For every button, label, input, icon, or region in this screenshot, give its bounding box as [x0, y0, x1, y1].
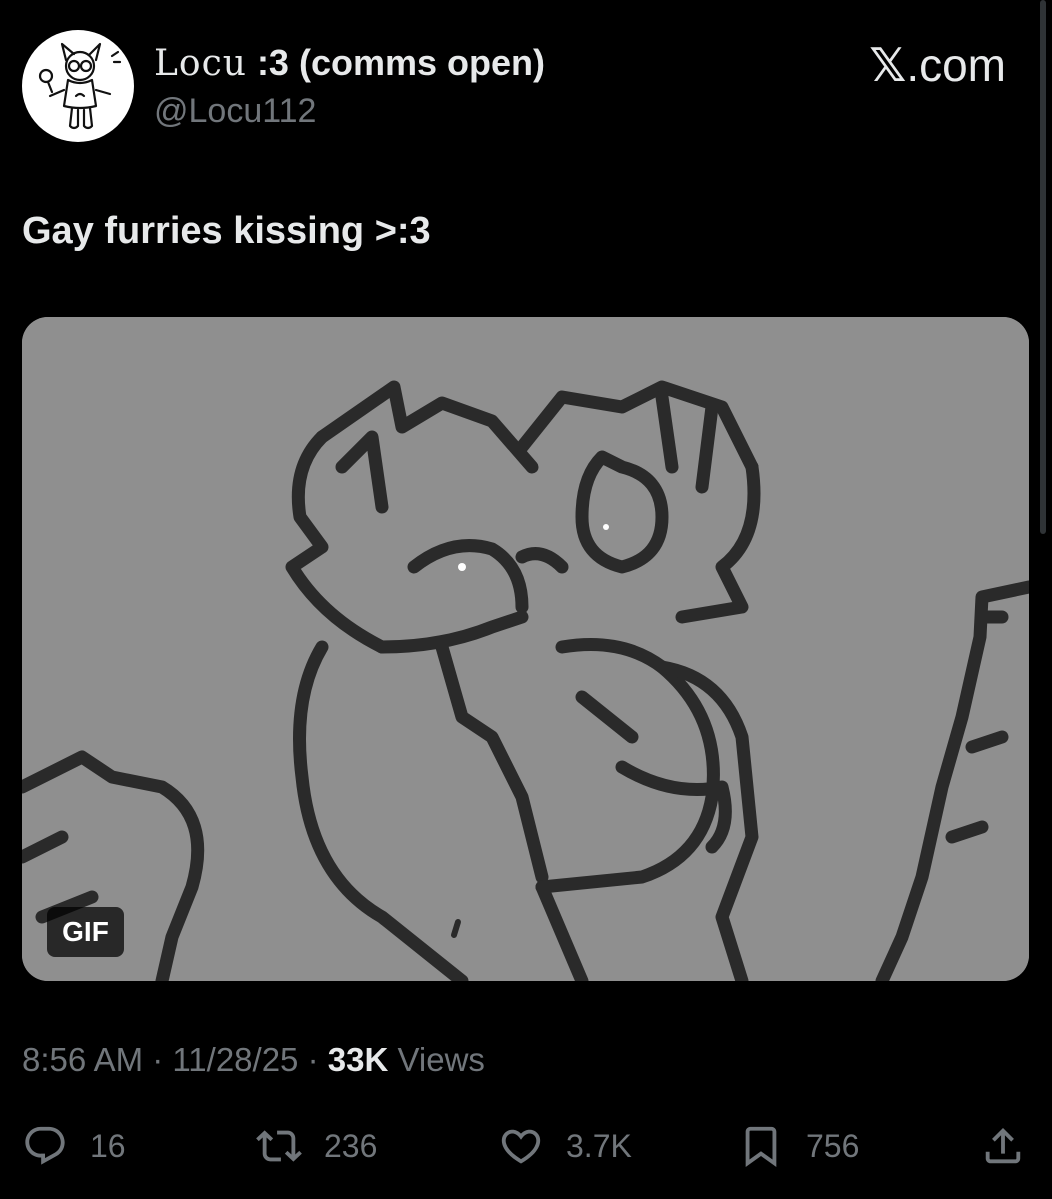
repost-count: 236 — [324, 1127, 378, 1164]
reply-count: 16 — [90, 1127, 126, 1164]
views-count: 33K — [327, 1041, 389, 1078]
meta-separator: · — [143, 1041, 173, 1078]
views-label: Views — [388, 1041, 485, 1078]
share-icon — [985, 1127, 1021, 1164]
bookmark-count: 756 — [806, 1127, 860, 1164]
repost-icon — [256, 1130, 302, 1162]
gif-badge: GIF — [47, 907, 124, 957]
tweet-date[interactable]: 11/28/25 — [172, 1041, 298, 1078]
repost-button[interactable]: 236 — [256, 1118, 377, 1174]
heart-icon — [501, 1129, 541, 1164]
tweet-time: 8:56 AM — [22, 1041, 144, 1078]
site-domain: .com — [906, 39, 1006, 91]
avatar[interactable] — [22, 30, 134, 142]
meta-separator: · — [298, 1041, 328, 1078]
like-button[interactable]: 3.7K — [498, 1118, 632, 1174]
share-button[interactable] — [980, 1118, 1026, 1174]
tweet-text: Gay furries kissing >:3 — [22, 210, 431, 252]
gif-frame-drawing — [22, 317, 1029, 981]
display-name[interactable]: Locu :3 (comms open) — [154, 42, 545, 84]
action-bar: 16 236 3.7K 756 — [0, 1118, 1052, 1178]
bookmark-icon — [745, 1126, 777, 1167]
reply-button[interactable]: 16 — [22, 1118, 126, 1174]
display-name-prefix: Locu — [154, 43, 247, 84]
x-logo-icon: 𝕏 — [869, 38, 907, 92]
bookmark-button[interactable]: 756 — [738, 1118, 859, 1174]
reply-icon — [25, 1126, 65, 1165]
scrollbar[interactable] — [1040, 0, 1046, 534]
like-count: 3.7K — [566, 1127, 632, 1164]
site-watermark: 𝕏.com — [869, 38, 1006, 92]
media-gif[interactable]: GIF — [22, 317, 1029, 981]
user-handle[interactable]: @Locu112 — [154, 92, 316, 131]
tweet-metadata: 8:56 AM · 11/28/25 · 33K Views — [22, 1041, 485, 1079]
display-name-suffix: :3 (comms open) — [246, 42, 545, 83]
avatar-drawing — [38, 42, 122, 130]
